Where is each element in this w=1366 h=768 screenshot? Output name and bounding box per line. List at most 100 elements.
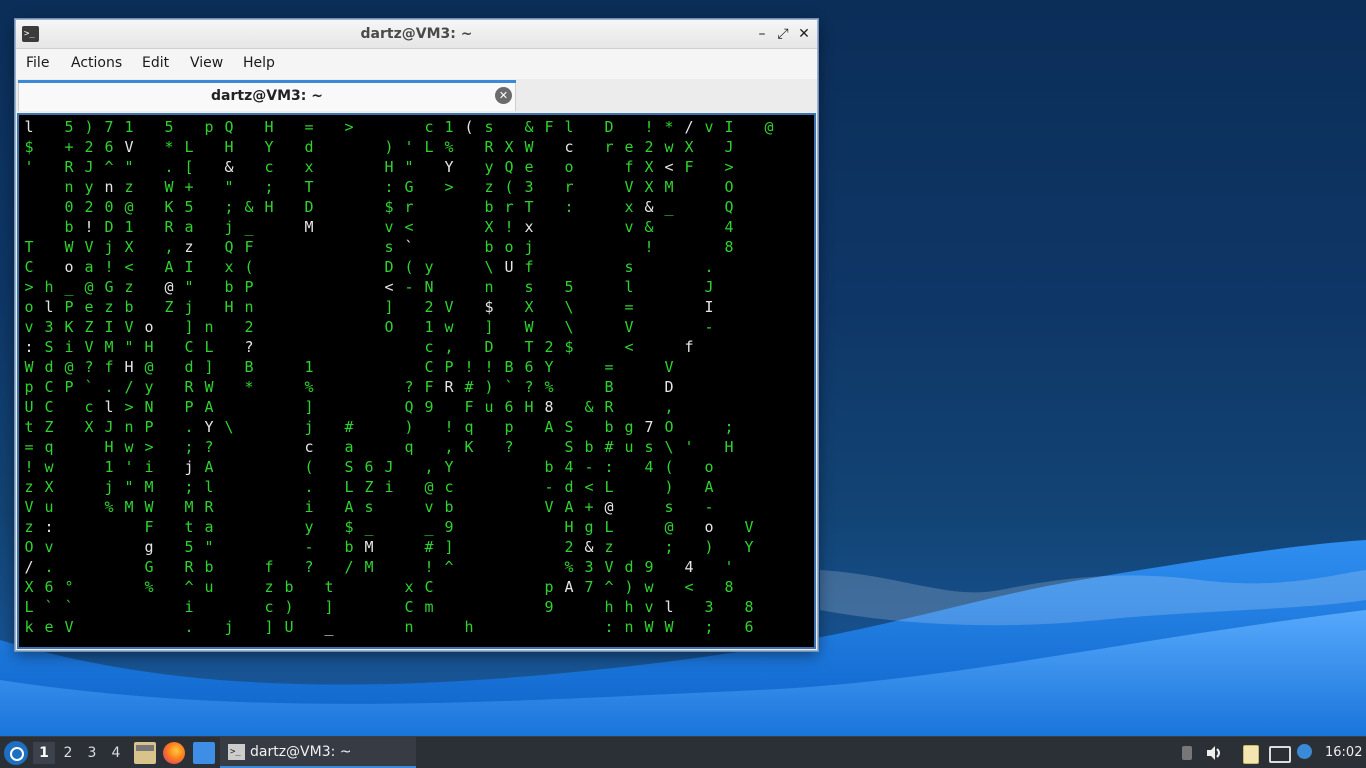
matrix-glyph: T (24, 238, 34, 256)
firefox-icon[interactable] (163, 742, 185, 764)
matrix-glyph: / (684, 118, 694, 136)
matrix-glyph: @ (764, 118, 774, 136)
tab-close-icon[interactable]: ✕ (495, 87, 512, 104)
matrix-glyph: 6 (44, 578, 54, 596)
workspace-2[interactable]: 2 (57, 742, 79, 764)
matrix-glyph: M (184, 498, 194, 516)
matrix-glyph: e (524, 158, 534, 176)
update-notifier-icon[interactable] (1295, 743, 1315, 763)
matrix-glyph: l (104, 398, 114, 416)
matrix-glyph: g (584, 518, 594, 536)
matrix-glyph: ' (24, 158, 34, 176)
matrix-glyph: , (424, 458, 434, 476)
matrix-glyph: C (184, 338, 194, 356)
matrix-glyph: Q (224, 238, 234, 256)
matrix-glyph: > (344, 118, 354, 136)
matrix-glyph: ] (184, 318, 194, 336)
matrix-glyph: z (104, 298, 114, 316)
matrix-glyph: 8 (724, 578, 734, 596)
matrix-glyph: X (24, 578, 34, 596)
tab-label: dartz@VM3: ~ (211, 88, 323, 104)
matrix-glyph: M (124, 498, 134, 516)
usb-icon[interactable] (1177, 743, 1197, 763)
clock[interactable]: 16:02 (1325, 745, 1362, 760)
matrix-glyph: [ (184, 158, 194, 176)
matrix-glyph: c (84, 398, 94, 416)
maximize-button[interactable]: ⤢ (772, 24, 794, 44)
matrix-glyph: ? (304, 558, 314, 576)
matrix-glyph: 9 (644, 558, 654, 576)
clipboard-icon[interactable] (1240, 743, 1260, 764)
matrix-glyph: % (544, 378, 554, 396)
matrix-glyph: D (104, 218, 114, 236)
matrix-glyph: ] (204, 358, 214, 376)
matrix-glyph: V (624, 178, 634, 196)
matrix-glyph: c (564, 138, 574, 156)
lubuntu-start-icon[interactable] (4, 741, 28, 765)
matrix-glyph: Q (404, 398, 414, 416)
matrix-glyph: H (384, 158, 394, 176)
network-icon[interactable] (1268, 743, 1291, 763)
matrix-glyph: b (344, 538, 354, 556)
terminal-tab[interactable]: dartz@VM3: ~ ✕ (18, 80, 516, 111)
matrix-glyph: C (424, 358, 434, 376)
menu-file[interactable]: File (26, 55, 49, 71)
matrix-glyph: ] (264, 618, 274, 636)
matrix-glyph: @ (64, 358, 74, 376)
matrix-glyph: v (424, 498, 434, 516)
matrix-glyph: 3 (584, 558, 594, 576)
matrix-glyph: s (664, 498, 674, 516)
menu-view[interactable]: View (190, 55, 223, 71)
matrix-glyph: n (624, 618, 634, 636)
matrix-glyph: j (104, 478, 114, 496)
taskbar-terminal-button[interactable]: >_ dartz@VM3: ~ (220, 737, 416, 768)
matrix-glyph: ? (404, 378, 414, 396)
menu-help[interactable]: Help (243, 55, 275, 71)
matrix-glyph: h (464, 618, 474, 636)
matrix-glyph: = (604, 358, 614, 376)
matrix-glyph: 4 (564, 458, 574, 476)
menu-edit[interactable]: Edit (142, 55, 169, 71)
matrix-glyph: ? (204, 438, 214, 456)
workspace-4[interactable]: 4 (105, 742, 127, 764)
matrix-glyph: F (244, 238, 254, 256)
close-button[interactable]: ✕ (793, 24, 815, 44)
matrix-glyph: s (384, 238, 394, 256)
matrix-glyph: J (384, 458, 394, 476)
file-manager-icon[interactable] (134, 742, 156, 764)
matrix-glyph: X (644, 158, 654, 176)
matrix-glyph: ? (84, 358, 94, 376)
matrix-glyph: ; (264, 178, 274, 196)
matrix-glyph: W (204, 378, 214, 396)
matrix-glyph: 1 (124, 118, 134, 136)
matrix-glyph: X (124, 238, 134, 256)
matrix-glyph: i (184, 598, 194, 616)
matrix-glyph: $ (564, 338, 574, 356)
minimize-button[interactable]: – (751, 24, 773, 44)
volume-icon[interactable] (1204, 743, 1224, 763)
menu-actions[interactable]: Actions (71, 55, 122, 71)
show-desktop-icon[interactable] (193, 742, 215, 764)
matrix-glyph: ; (724, 418, 734, 436)
matrix-glyph: : (384, 178, 394, 196)
matrix-glyph: 0 (64, 198, 74, 216)
workspace-1[interactable]: 1 (33, 742, 55, 764)
terminal-screen[interactable]: l 5) 7 1 5 p Q H = > c 1(s & Fl D! * / v I @ $ +2 6 V * L H Yd) ' L% R… (17, 113, 816, 649)
matrix-glyph: q (404, 438, 414, 456)
matrix-glyph: 9 (424, 398, 434, 416)
matrix-glyph: z (184, 238, 194, 256)
matrix-glyph: z (604, 538, 614, 556)
terminal-window[interactable]: >_ dartz@VM3: ~ – ⤢ ✕ File Actions Edit … (15, 19, 818, 651)
matrix-glyph: o (24, 298, 34, 316)
workspace-3[interactable]: 3 (81, 742, 103, 764)
matrix-glyph: 7 (584, 578, 594, 596)
matrix-glyph: v (24, 318, 34, 336)
matrix-glyph: + (184, 178, 194, 196)
matrix-glyph: J (84, 158, 94, 176)
matrix-glyph: 3 (44, 318, 54, 336)
matrix-glyph: s (644, 438, 654, 456)
matrix-glyph: W (524, 138, 534, 156)
matrix-glyph: ) (404, 418, 414, 436)
matrix-glyph: ! (424, 558, 434, 576)
window-titlebar[interactable]: >_ dartz@VM3: ~ – ⤢ ✕ (16, 20, 817, 49)
